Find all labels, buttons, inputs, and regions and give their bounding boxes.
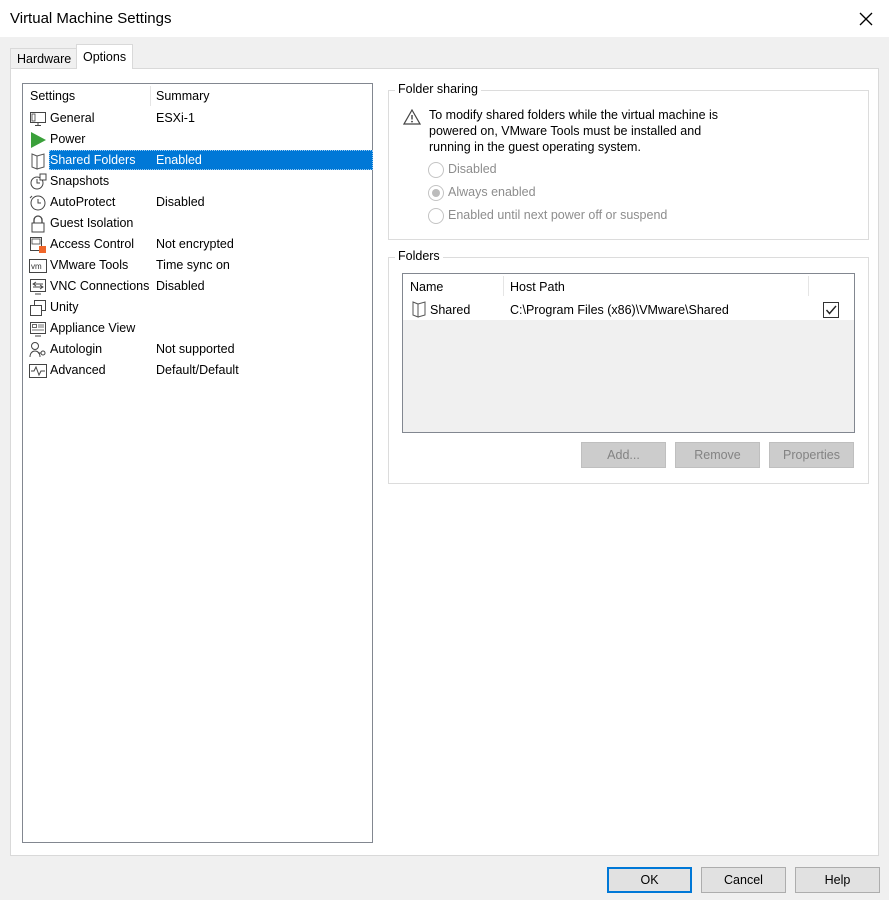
- appliance-view-icon: [30, 322, 46, 337]
- monitor-icon: [30, 112, 46, 126]
- settings-list[interactable]: Settings Summary General ESXi-1 Power Sh…: [22, 83, 373, 843]
- tab-hardware[interactable]: Hardware: [10, 48, 79, 69]
- add-folder-button[interactable]: Add...: [581, 442, 666, 468]
- setting-summary: Time sync on: [156, 258, 230, 272]
- setting-name: Power: [50, 132, 86, 146]
- warning-line: running in the guest operating system.: [429, 140, 641, 154]
- autologin-icon: [29, 342, 46, 358]
- advanced-pulse-icon: [29, 364, 47, 378]
- lock-icon: [31, 215, 45, 233]
- column-header-summary[interactable]: Summary: [156, 89, 209, 103]
- cancel-button[interactable]: Cancel: [701, 867, 786, 893]
- setting-summary: Enabled: [156, 153, 202, 167]
- setting-name: Guest Isolation: [50, 216, 134, 230]
- settings-row-autologin[interactable]: Autologin Not supported: [26, 339, 372, 360]
- settings-row-shared-folders[interactable]: Shared Folders Enabled: [26, 150, 373, 171]
- settings-row-snapshots[interactable]: Snapshots: [26, 171, 372, 192]
- settings-row-guest-isolation[interactable]: Guest Isolation: [26, 213, 372, 234]
- ok-button[interactable]: OK: [607, 867, 692, 893]
- settings-row-power[interactable]: Power: [26, 129, 372, 150]
- folder-sharing-title: Folder sharing: [395, 82, 481, 96]
- setting-name: Autologin: [50, 342, 103, 356]
- setting-name: AutoProtect: [50, 195, 116, 209]
- access-control-icon: [30, 237, 46, 253]
- settings-row-general[interactable]: General ESXi-1: [26, 108, 372, 129]
- settings-row-advanced[interactable]: Advanced Default/Default: [26, 360, 372, 381]
- settings-row-vnc-connections[interactable]: VNC Connections Disabled: [26, 276, 372, 297]
- setting-summary: Not encrypted: [156, 237, 234, 251]
- setting-name: General: [50, 111, 95, 125]
- column-header-host-path[interactable]: Host Path: [510, 280, 565, 294]
- help-button[interactable]: Help: [795, 867, 880, 893]
- setting-name: Appliance View: [50, 321, 136, 335]
- tab-options[interactable]: Options: [76, 44, 134, 69]
- settings-row-autoprotect[interactable]: AutoProtect Disabled: [26, 192, 372, 213]
- warning-icon: [403, 109, 421, 125]
- radio-circle: [428, 162, 444, 178]
- folders-list-header: Name Host Path: [403, 274, 854, 299]
- settings-row-unity[interactable]: Unity: [26, 297, 372, 318]
- setting-summary: Default/Default: [156, 363, 239, 377]
- setting-summary: Disabled: [156, 279, 205, 293]
- setting-summary: Disabled: [156, 195, 205, 209]
- folder-name: Shared: [430, 303, 471, 317]
- radio-circle-checked: [428, 185, 444, 201]
- column-header-settings[interactable]: Settings: [30, 89, 75, 103]
- folder-host-path: C:\Program Files (x86)\VMware\Shared: [510, 303, 729, 317]
- folder-row[interactable]: Shared C:\Program Files (x86)\VMware\Sha…: [403, 299, 854, 320]
- vnc-icon: [30, 279, 46, 295]
- setting-name: VMware Tools: [50, 258, 129, 272]
- power-play-icon: [31, 132, 46, 148]
- warning-line: powered on, VMware Tools must be install…: [429, 124, 702, 138]
- autoprotect-clock-icon: [29, 195, 46, 211]
- remove-folder-button[interactable]: Remove: [675, 442, 760, 468]
- setting-name: Advanced: [50, 363, 106, 377]
- radio-label: Enabled until next power off or suspend: [448, 208, 668, 222]
- vm-tools-icon: vm: [29, 259, 47, 273]
- snapshot-icon: [30, 173, 47, 190]
- setting-name: Shared Folders: [50, 153, 136, 167]
- shared-folder-icon: [412, 301, 426, 318]
- radio-circle: [428, 208, 444, 224]
- checkmark-icon: [825, 305, 837, 315]
- settings-list-header: Settings Summary: [23, 84, 372, 108]
- column-header-name[interactable]: Name: [410, 280, 443, 294]
- shared-folder-icon: [31, 153, 45, 170]
- warning-text: To modify shared folders while the virtu…: [429, 107, 769, 155]
- settings-row-access-control[interactable]: Access Control Not encrypted: [26, 234, 372, 255]
- setting-summary: Not supported: [156, 342, 235, 356]
- title-bar: Virtual Machine Settings: [0, 0, 889, 37]
- setting-summary: ESXi-1: [156, 111, 195, 125]
- close-icon: [859, 12, 873, 25]
- folders-title: Folders: [395, 249, 443, 263]
- window-title: Virtual Machine Settings: [10, 10, 172, 27]
- setting-name: Snapshots: [50, 174, 110, 188]
- radio-label: Disabled: [448, 162, 497, 176]
- folders-list[interactable]: Name Host Path Shared C:\Program Files (…: [402, 273, 855, 433]
- radio-label: Always enabled: [448, 185, 536, 199]
- unity-icon: [30, 300, 46, 316]
- warning-line: To modify shared folders while the virtu…: [429, 108, 719, 122]
- setting-name: Access Control: [50, 237, 135, 251]
- folder-enabled-checkbox[interactable]: [823, 302, 839, 318]
- close-button[interactable]: [843, 0, 889, 37]
- settings-row-appliance-view[interactable]: Appliance View: [26, 318, 372, 339]
- svg-text:vm: vm: [31, 262, 42, 271]
- setting-name: VNC Connections: [50, 279, 150, 293]
- settings-row-vmware-tools[interactable]: vm VMware Tools Time sync on: [26, 255, 372, 276]
- folder-properties-button[interactable]: Properties: [769, 442, 854, 468]
- setting-name: Unity: [50, 300, 79, 314]
